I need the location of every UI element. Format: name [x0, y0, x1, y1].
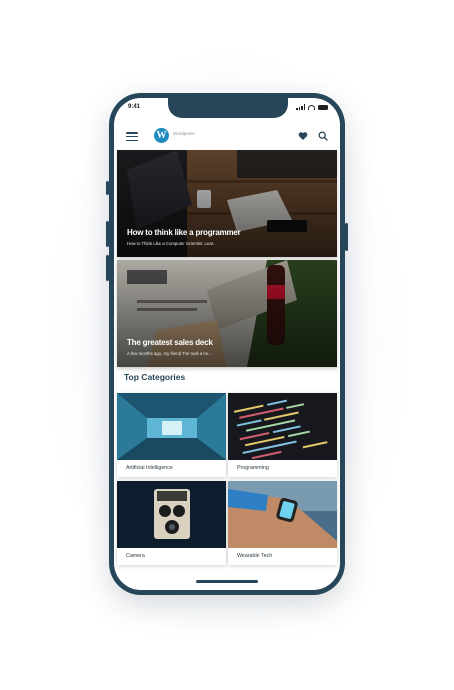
heart-icon[interactable] — [298, 131, 308, 141]
app-bar: W Wordpress — [114, 126, 340, 148]
category-label: Programming — [237, 465, 269, 471]
home-indicator[interactable] — [196, 580, 258, 583]
phone-screen: 9:41 W Wordpress How to think like a pro… — [114, 98, 340, 590]
phone-frame: 9:41 W Wordpress How to think like a pro… — [106, 93, 348, 595]
side-button-volume-up — [106, 221, 109, 247]
signal-icon — [296, 104, 305, 110]
side-button-mute — [106, 181, 109, 195]
article-excerpt: How to Think Like a Computer Scientist. … — [127, 241, 216, 246]
app-name: Wordpress — [173, 131, 195, 136]
status-time: 9:41 — [128, 104, 141, 110]
section-title: Top Categories — [124, 372, 186, 382]
category-image-programming — [228, 393, 337, 460]
article-title: The greatest sales deck — [127, 338, 213, 347]
status-icons — [296, 104, 328, 110]
article-card[interactable]: The greatest sales deck A few months ago… — [117, 260, 337, 367]
category-card[interactable]: Programming — [228, 393, 337, 477]
category-card[interactable]: Artificial Intelligence — [117, 393, 226, 477]
side-button-power — [345, 223, 348, 251]
feed: How to think like a programmer How to Th… — [114, 150, 340, 590]
category-label: Artificial Intelligence — [126, 465, 173, 471]
category-image-wearable — [228, 481, 337, 548]
search-icon[interactable] — [318, 131, 328, 141]
side-button-volume-down — [106, 255, 109, 281]
hamburger-menu-icon[interactable] — [126, 132, 138, 141]
wifi-icon — [308, 104, 315, 110]
category-image — [228, 393, 337, 460]
category-image-camera — [117, 481, 226, 548]
category-label: Wearable Tech — [237, 553, 273, 559]
category-image-ai — [117, 393, 226, 460]
category-label: Camera — [126, 553, 145, 559]
category-image — [228, 481, 337, 548]
battery-icon — [318, 104, 328, 110]
category-card[interactable]: Camera — [117, 481, 226, 565]
notch — [168, 98, 288, 118]
category-card[interactable]: Wearable Tech — [228, 481, 337, 565]
article-title: How to think like a programmer — [127, 228, 241, 237]
article-excerpt: A few months ago, my friend Tim took a n… — [127, 351, 212, 356]
wordpress-logo-icon[interactable]: W — [154, 128, 169, 143]
category-image — [117, 481, 226, 548]
category-image — [117, 393, 226, 460]
article-card[interactable]: How to think like a programmer How to Th… — [117, 150, 337, 257]
